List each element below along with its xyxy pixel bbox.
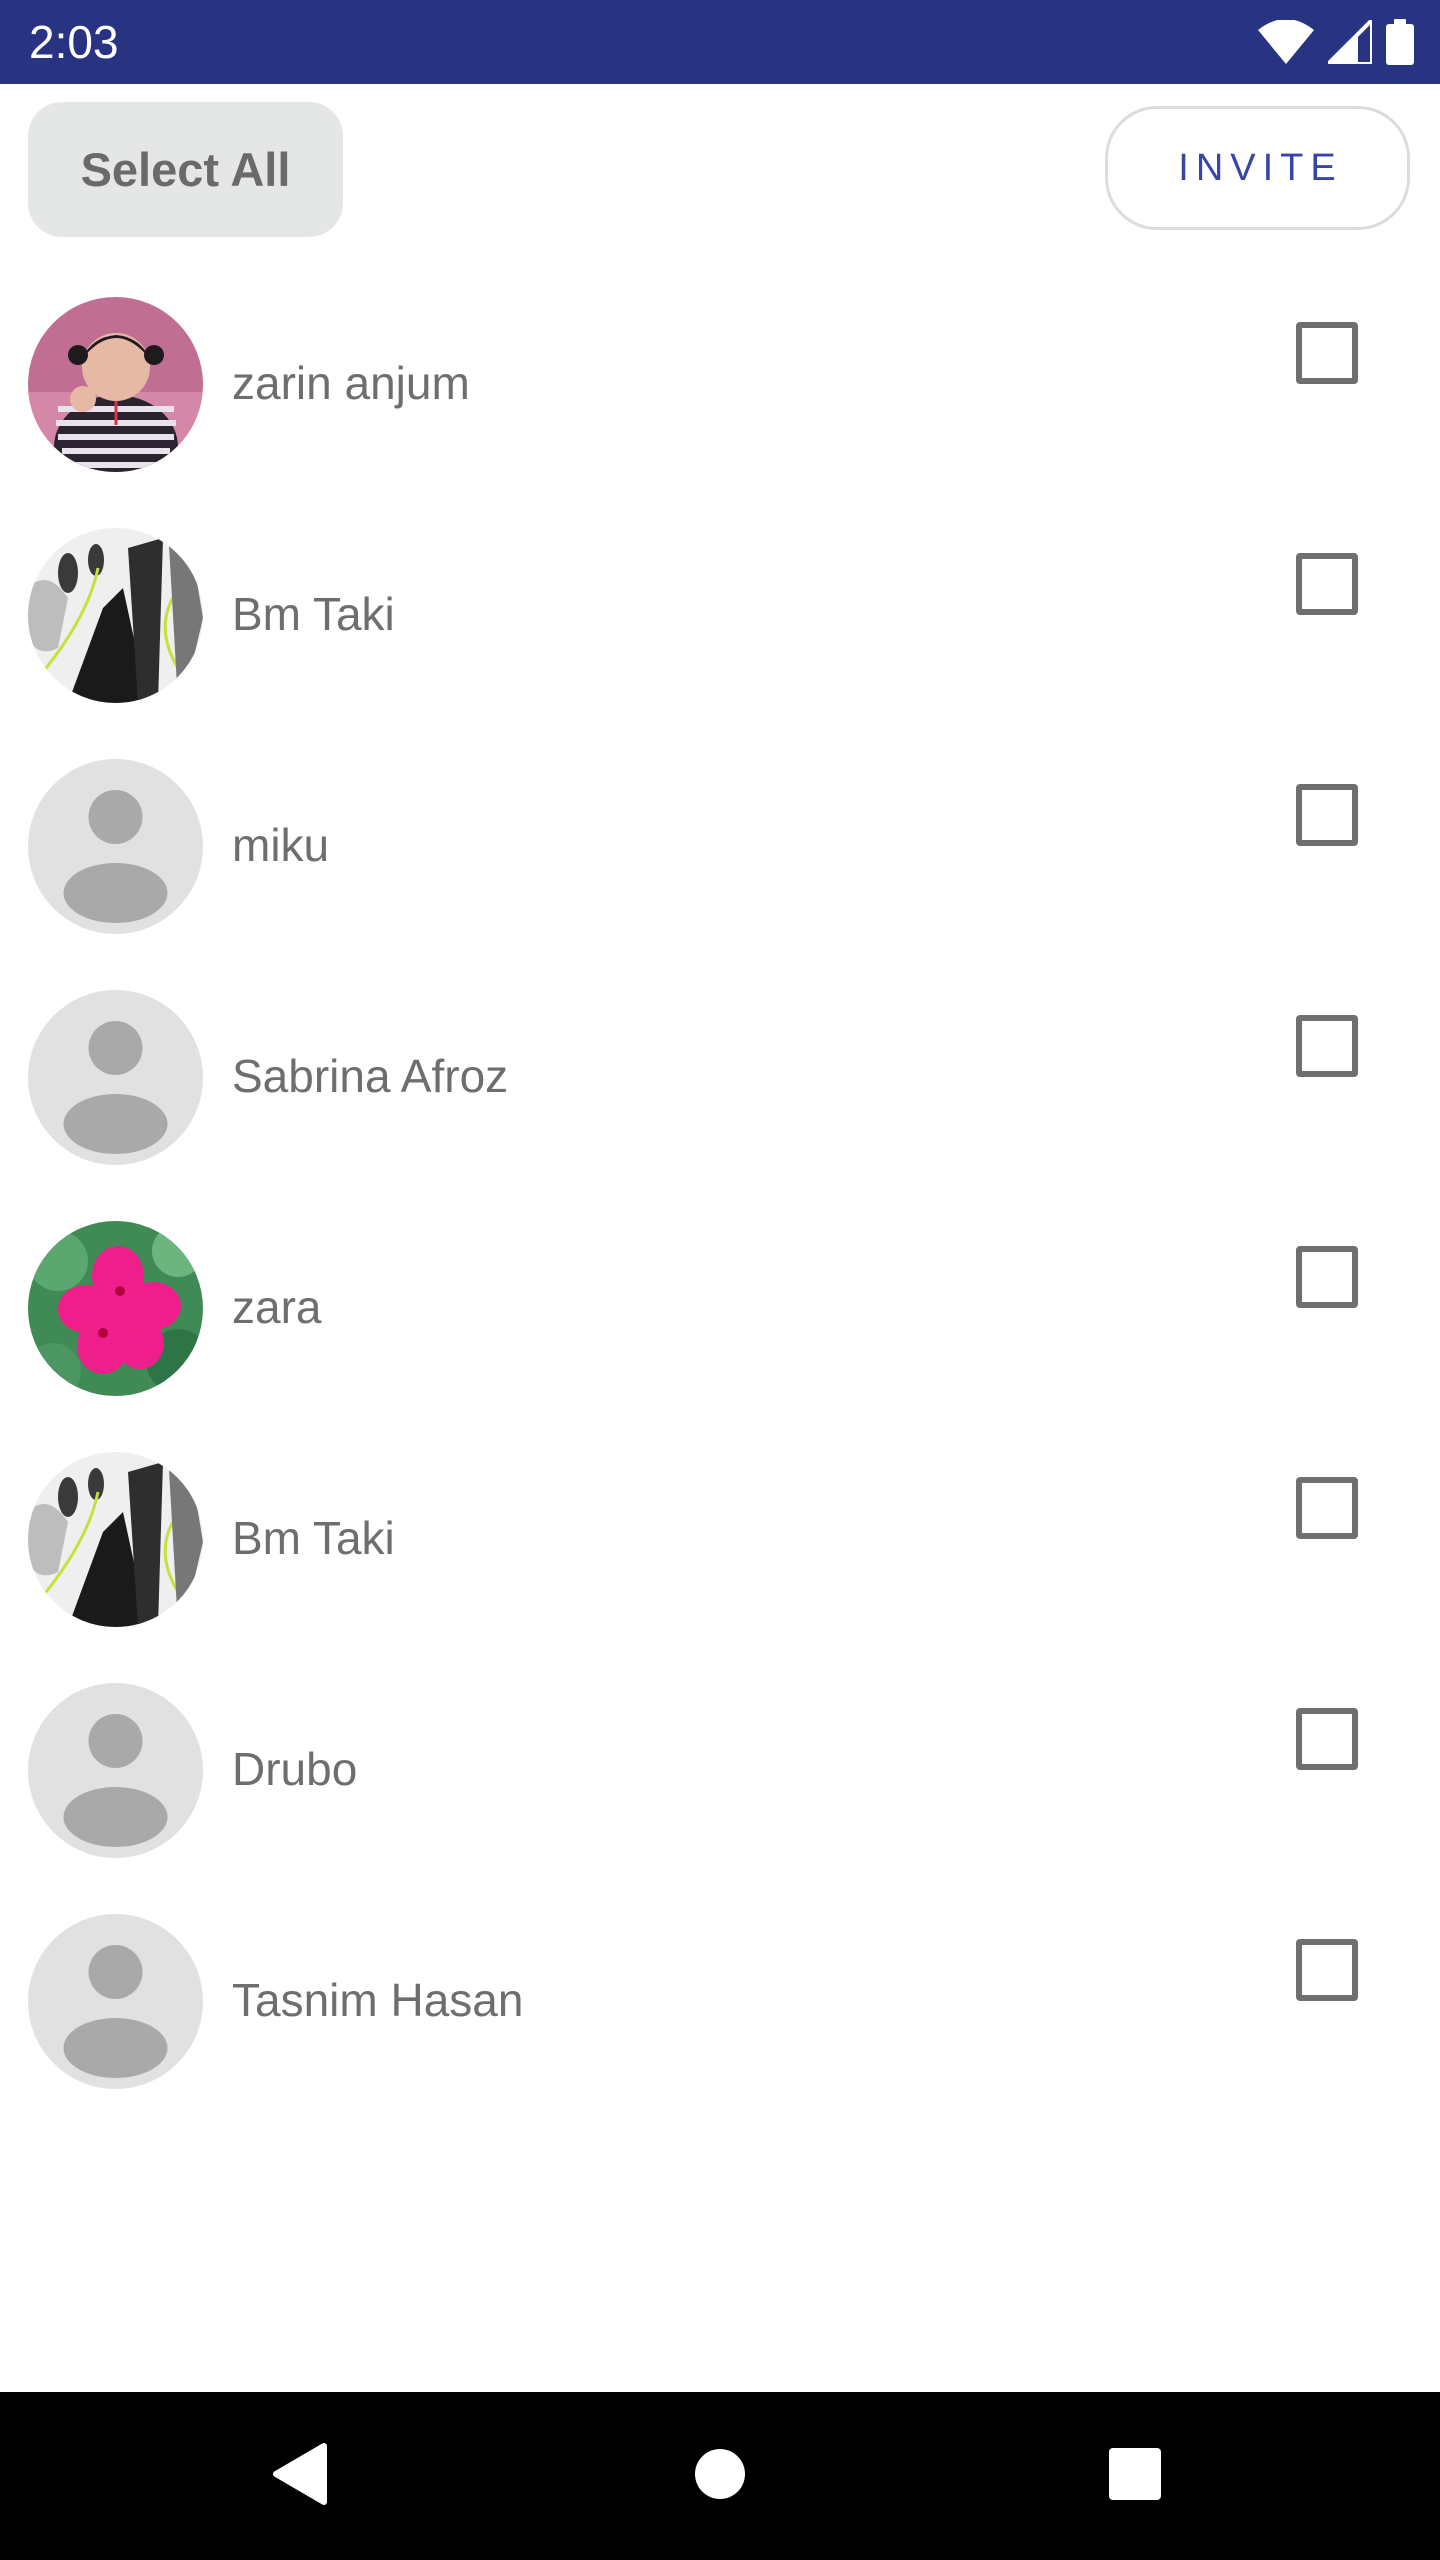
- contact-name: Bm Taki: [232, 588, 395, 640]
- contact-name: Sabrina Afroz: [232, 1050, 509, 1102]
- contact-row[interactable]: miku: [0, 739, 1440, 970]
- status-icons: [1258, 18, 1414, 66]
- default-avatar-icon: [28, 990, 203, 1165]
- home-icon: [693, 2447, 747, 2506]
- contact-name: zara: [232, 1281, 322, 1333]
- contact-checkbox[interactable]: [1296, 1939, 1358, 2001]
- contact-row[interactable]: Bm Taki: [0, 508, 1440, 739]
- invite-button[interactable]: INVITE: [1105, 106, 1410, 230]
- contact-checkbox[interactable]: [1296, 784, 1358, 846]
- contact-row[interactable]: Sabrina Afroz: [0, 970, 1440, 1201]
- contact-name: Bm Taki: [232, 1512, 395, 1564]
- battery-icon: [1386, 19, 1414, 65]
- contact-checkbox[interactable]: [1296, 1708, 1358, 1770]
- contact-name: Tasnim Hasan: [232, 1974, 524, 2026]
- contact-list: zarin anjum Bm Taki miku Sabrina Afroz zara B…: [0, 277, 1440, 2125]
- back-icon: [270, 2442, 330, 2511]
- contact-name: miku: [232, 819, 330, 871]
- navigation-bar: [0, 2392, 1440, 2560]
- avatar: [28, 1452, 203, 1627]
- contact-checkbox[interactable]: [1296, 1015, 1358, 1077]
- cell-signal-icon: [1328, 20, 1372, 64]
- contact-checkbox[interactable]: [1296, 1477, 1358, 1539]
- contact-checkbox[interactable]: [1296, 322, 1358, 384]
- contact-row[interactable]: Drubo: [0, 1663, 1440, 1894]
- avatar: [28, 528, 203, 703]
- avatar: [28, 1221, 203, 1396]
- status-time: 2:03: [29, 16, 119, 68]
- recents-icon: [1108, 2447, 1162, 2506]
- recents-button[interactable]: [1055, 2392, 1215, 2560]
- default-avatar-icon: [28, 1683, 203, 1858]
- select-all-button[interactable]: Select All: [28, 102, 343, 237]
- contact-name: Drubo: [232, 1743, 358, 1795]
- contact-row[interactable]: zara: [0, 1201, 1440, 1432]
- contact-checkbox[interactable]: [1296, 553, 1358, 615]
- contact-row[interactable]: Tasnim Hasan: [0, 1894, 1440, 2125]
- avatar: [28, 297, 203, 472]
- default-avatar-icon: [28, 759, 203, 934]
- contact-name: zarin anjum: [232, 357, 470, 409]
- contact-row[interactable]: zarin anjum: [0, 277, 1440, 508]
- status-bar: 2:03: [0, 0, 1440, 84]
- contact-checkbox[interactable]: [1296, 1246, 1358, 1308]
- back-button[interactable]: [220, 2392, 380, 2560]
- contact-row[interactable]: Bm Taki: [0, 1432, 1440, 1663]
- wifi-icon: [1258, 20, 1314, 64]
- home-button[interactable]: [640, 2392, 800, 2560]
- default-avatar-icon: [28, 1914, 203, 2089]
